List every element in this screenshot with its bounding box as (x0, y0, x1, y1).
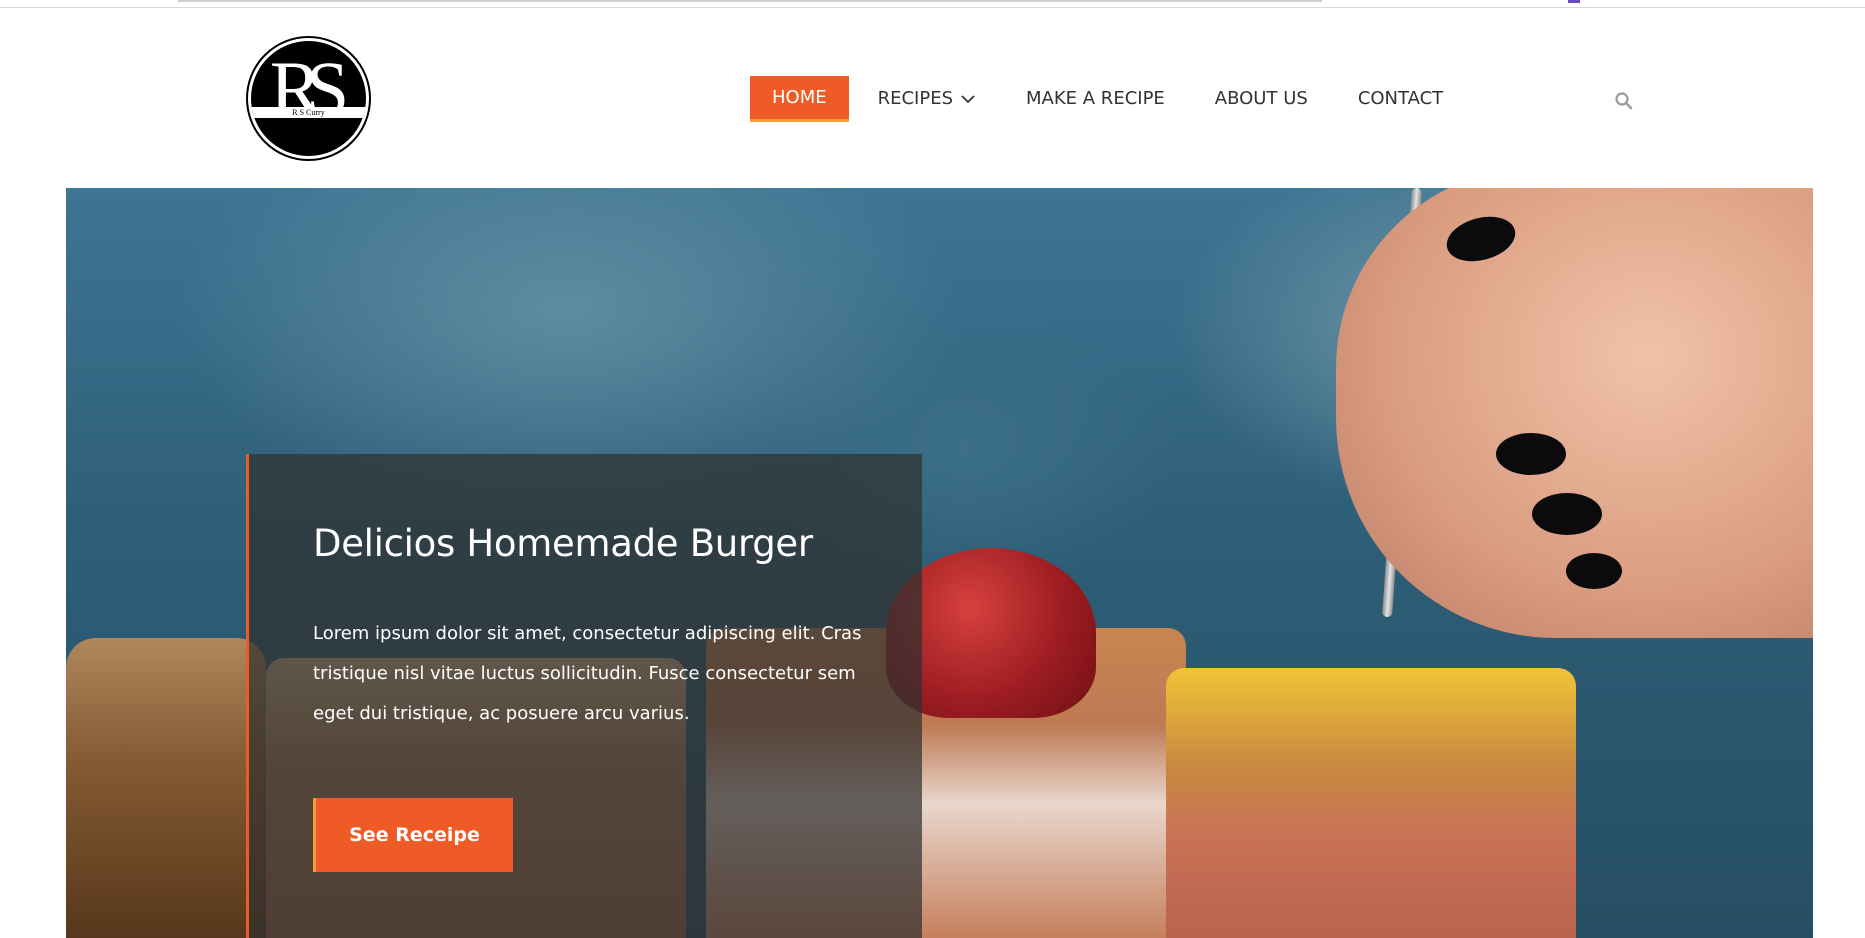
nail-decor (1441, 209, 1521, 269)
top-mark (1568, 0, 1580, 3)
nav-contact-label: CONTACT (1357, 88, 1444, 109)
site-header: RS R S Curry HOME RECIPES MAKE A RECIPE … (0, 8, 1865, 188)
see-recipe-button[interactable]: See Receipe (313, 798, 513, 872)
nav-about-us-label: ABOUT US (1214, 88, 1308, 109)
nav-contact[interactable]: CONTACT (1333, 76, 1468, 122)
top-strip (0, 0, 1865, 8)
search-icon[interactable] (1614, 91, 1634, 111)
hero-title: Delicios Homemade Burger (313, 522, 813, 565)
nail-decor (1496, 433, 1566, 475)
nav-make-a-recipe-label: MAKE A RECIPE (1026, 88, 1165, 109)
nav-make-a-recipe[interactable]: MAKE A RECIPE (1001, 76, 1190, 122)
logo-small-text: R S Curry (292, 108, 325, 117)
smoothie-glass-image (1166, 668, 1576, 938)
granola-jar-image (66, 638, 266, 938)
main-nav: HOME RECIPES MAKE A RECIPE ABOUT US CONT… (750, 76, 1468, 122)
nail-decor (1532, 493, 1602, 535)
nav-home-label: HOME (772, 86, 827, 108)
hand-image (1336, 188, 1813, 638)
page: RS R S Curry HOME RECIPES MAKE A RECIPE … (0, 0, 1865, 938)
nav-recipes[interactable]: RECIPES (853, 76, 1001, 122)
site-logo[interactable]: RS R S Curry (246, 36, 371, 161)
hero-caption: Delicios Homemade Burger Lorem ipsum dol… (246, 454, 922, 938)
logo-letters: RS (269, 45, 349, 132)
top-divider (178, 0, 1322, 2)
nail-decor (1566, 553, 1622, 589)
hero-description: Lorem ipsum dolor sit amet, consectetur … (313, 623, 862, 724)
nav-about-us[interactable]: ABOUT US (1190, 76, 1333, 122)
logo-badge: RS R S Curry (251, 41, 366, 156)
nav-recipes-label: RECIPES (877, 88, 954, 109)
chevron-down-icon (961, 95, 975, 104)
hero-slider: Delicios Homemade Burger Lorem ipsum dol… (66, 188, 1813, 938)
nav-home[interactable]: HOME (750, 76, 849, 122)
